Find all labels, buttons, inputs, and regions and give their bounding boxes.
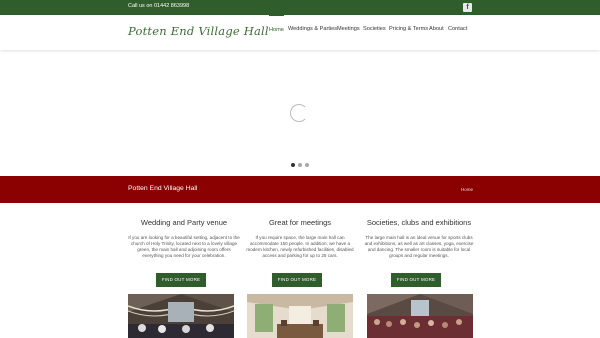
slider-dot-2[interactable] bbox=[298, 163, 302, 167]
nav-item-home[interactable]: Home bbox=[269, 15, 284, 50]
slider-dot-3[interactable] bbox=[305, 163, 309, 167]
slider-dot-1[interactable] bbox=[291, 163, 295, 167]
feature-text: The large main hall is an ideal venue fo… bbox=[364, 235, 474, 258]
feature-weddings: Wedding and Party venue If you are looki… bbox=[128, 218, 240, 287]
find-out-more-button[interactable]: FIND OUT MORE bbox=[272, 273, 322, 287]
feature-text: If you require space, the large main hal… bbox=[246, 235, 354, 258]
feature-heading: Societies, clubs and exhibitions bbox=[366, 218, 472, 227]
feature-meetings: Great for meetings If you require space,… bbox=[244, 218, 356, 287]
site-logo[interactable]: Potten End Village Hall bbox=[128, 24, 269, 38]
feature-text: If you are looking for a beautiful setti… bbox=[128, 235, 240, 258]
page-title-banner: Potten End Village Hall Home bbox=[0, 176, 600, 203]
loading-spinner-icon bbox=[290, 104, 308, 122]
nav-item-about[interactable]: About bbox=[429, 15, 444, 50]
phone-number: Call us on 01442 863998 bbox=[128, 3, 190, 9]
meeting-room-photo[interactable] bbox=[247, 294, 353, 338]
site-header: Potten End Village Hall Home Weddings & … bbox=[0, 15, 600, 50]
feature-societies: Societies, clubs and exhibitions The lar… bbox=[363, 218, 475, 287]
nav-item-pricing[interactable]: Pricing & Terms bbox=[389, 15, 428, 50]
page-title: Potten End Village Hall bbox=[128, 185, 198, 192]
find-out-more-button[interactable]: FIND OUT MORE bbox=[391, 273, 441, 287]
exhibition-photo[interactable] bbox=[367, 294, 473, 338]
hero-slider bbox=[0, 50, 600, 176]
facebook-icon[interactable]: f bbox=[463, 3, 472, 12]
nav-item-societies[interactable]: Societies bbox=[363, 15, 386, 50]
breadcrumb-home[interactable]: Home bbox=[461, 187, 473, 192]
feature-heading: Wedding and Party venue bbox=[140, 218, 228, 227]
nav-item-contact[interactable]: Contact bbox=[448, 15, 467, 50]
nav-item-meetings[interactable]: Meetings bbox=[337, 15, 360, 50]
feature-heading: Great for meetings bbox=[268, 218, 332, 227]
top-bar: Call us on 01442 863998 f bbox=[0, 0, 600, 15]
find-out-more-button[interactable]: FIND OUT MORE bbox=[156, 273, 206, 287]
wedding-hall-photo[interactable] bbox=[128, 294, 234, 338]
nav-item-weddings[interactable]: Weddings & Parties bbox=[288, 15, 337, 50]
